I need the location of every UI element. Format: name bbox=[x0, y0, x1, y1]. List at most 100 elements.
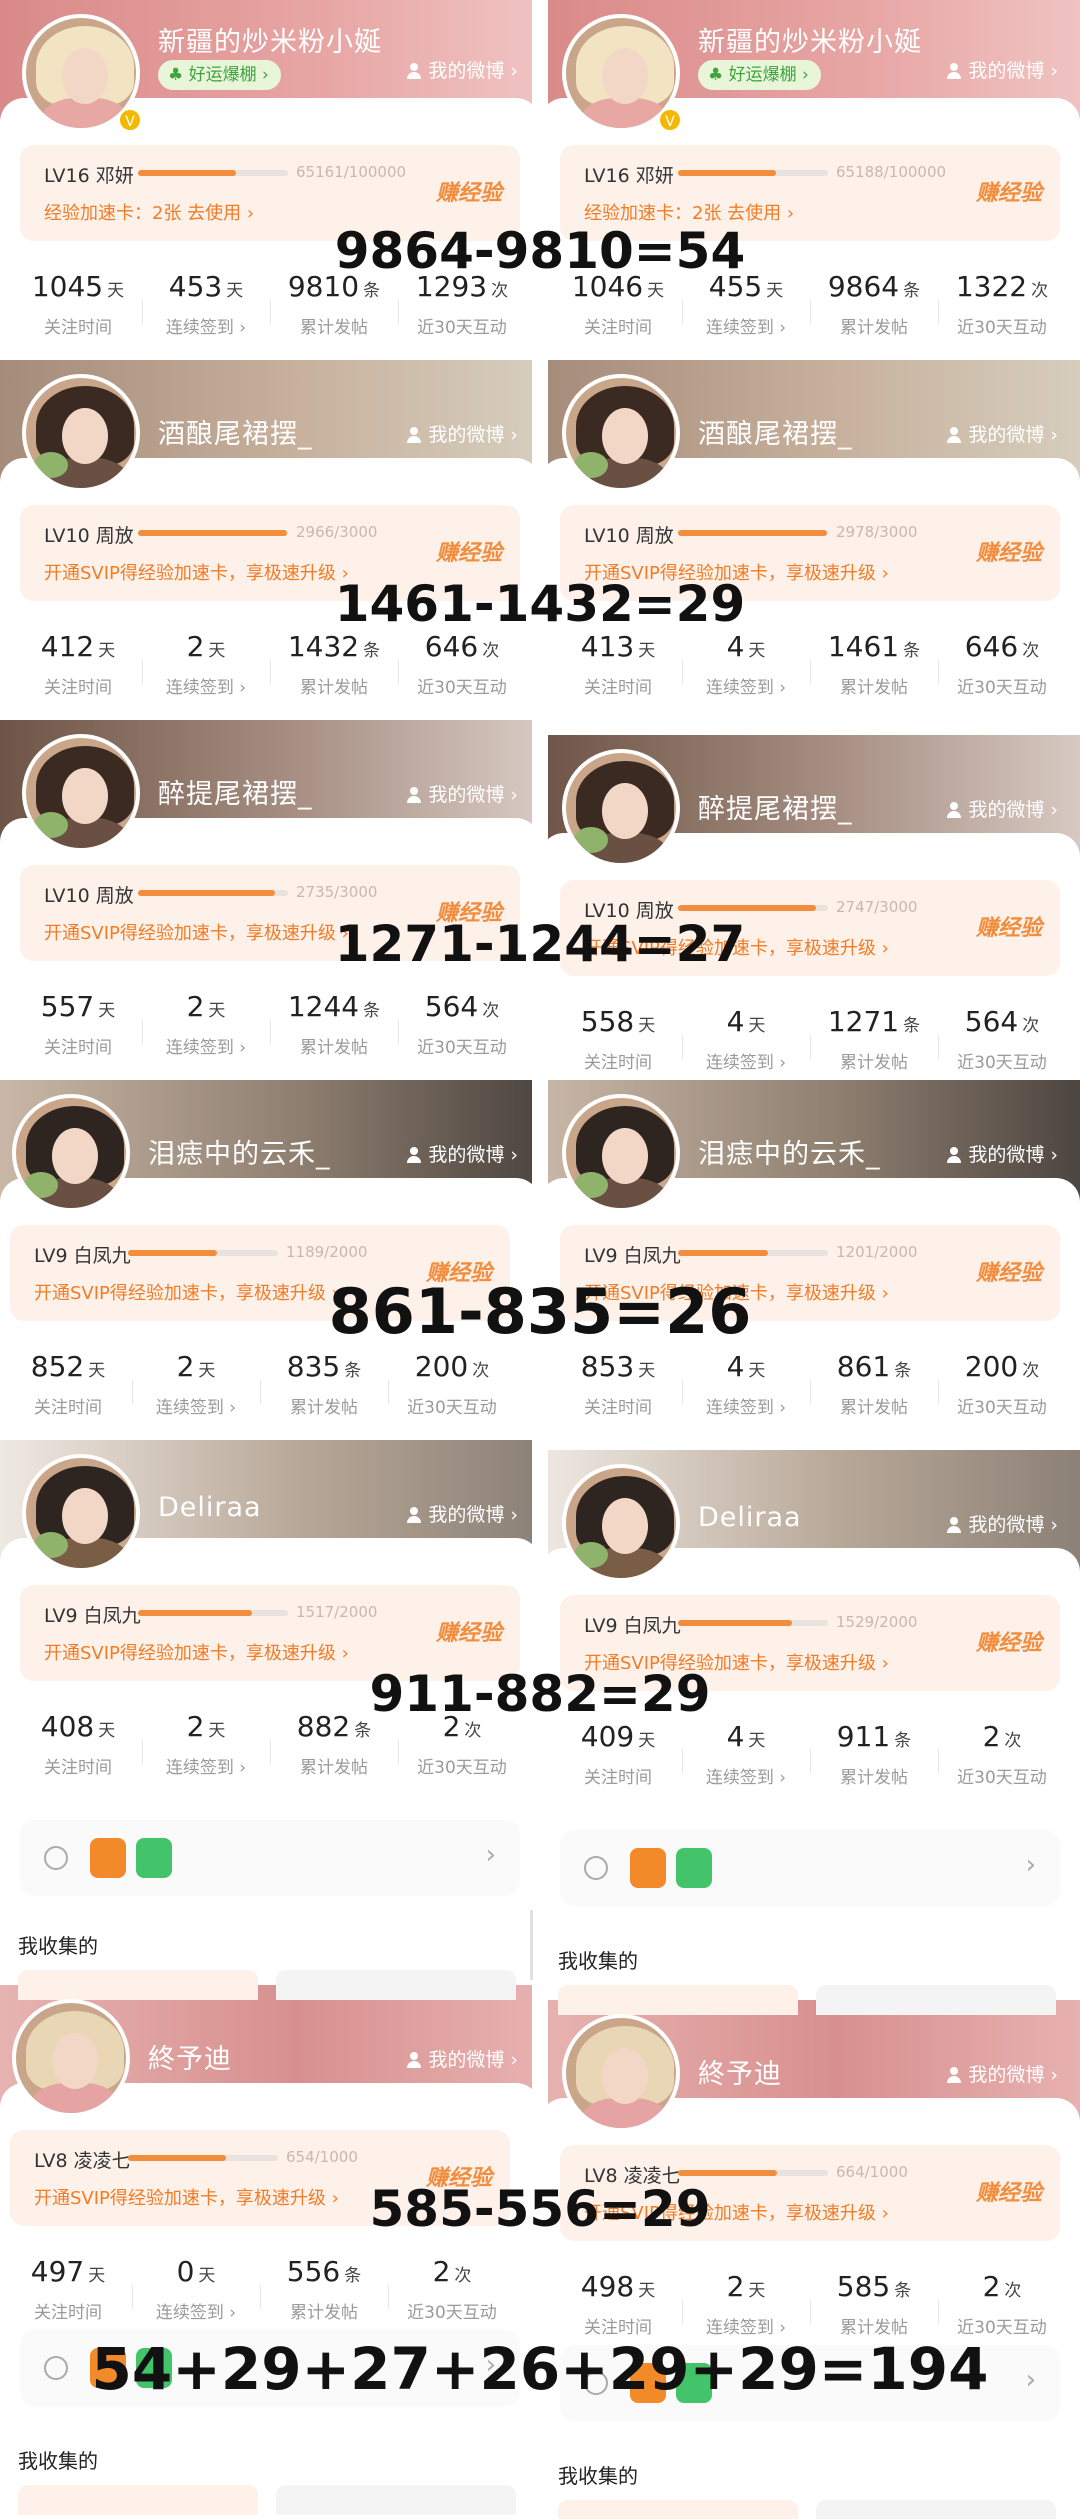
stat-item[interactable]: 2 天连续签到 › bbox=[132, 1350, 260, 1430]
stat-value-line: 1432 条 bbox=[270, 630, 398, 663]
stat-label: 近30天互动 bbox=[957, 318, 1047, 338]
stat-value: 861 bbox=[836, 1350, 891, 1383]
collect-item[interactable] bbox=[558, 2500, 798, 2519]
stat-value: 564 bbox=[424, 990, 479, 1023]
level-progress-text: 65161/100000 bbox=[296, 163, 407, 181]
avatar[interactable] bbox=[562, 2014, 680, 2132]
nickname: 終予迪 bbox=[698, 2059, 782, 2090]
avatar[interactable] bbox=[22, 1454, 140, 1572]
earn-exp-button[interactable]: 赚经验 bbox=[436, 1615, 502, 1647]
chevron-right-icon: › bbox=[1044, 1144, 1058, 1166]
earn-exp-button[interactable]: 赚经验 bbox=[436, 175, 502, 207]
stat-value: 4 bbox=[726, 630, 745, 663]
my-weibo-link[interactable]: 我的微博 › bbox=[406, 1140, 518, 1167]
avatar[interactable] bbox=[22, 374, 140, 492]
avatar[interactable] bbox=[562, 374, 680, 492]
my-weibo-link[interactable]: 我的微博 › bbox=[946, 420, 1058, 447]
earn-exp-button[interactable]: 赚经验 bbox=[976, 175, 1042, 207]
my-weibo-link[interactable]: 我的微博 › bbox=[406, 420, 518, 447]
stat-label-line: 连续签到 › bbox=[682, 1763, 810, 1788]
scrollbar[interactable] bbox=[530, 1910, 533, 1980]
collect-item[interactable] bbox=[276, 2485, 516, 2515]
my-weibo-label: 我的微博 bbox=[428, 424, 505, 446]
my-weibo-link[interactable]: 我的微博 › bbox=[946, 1510, 1058, 1537]
stat-label-line: 近30天互动 bbox=[938, 313, 1066, 338]
avatar[interactable] bbox=[12, 1094, 130, 1212]
collect-item[interactable] bbox=[276, 1970, 516, 2000]
my-weibo-link[interactable]: 我的微博 › bbox=[946, 56, 1058, 83]
stat-label: 关注时间 bbox=[584, 318, 652, 338]
chevron-right-icon: › bbox=[233, 1038, 247, 1058]
chevron-right-icon[interactable]: › bbox=[486, 1840, 496, 1870]
stat-item[interactable]: 4 天连续签到 › bbox=[682, 1005, 810, 1085]
stat-label: 累计发帖 bbox=[840, 1768, 908, 1788]
chevron-right-icon[interactable]: › bbox=[1026, 1850, 1036, 1880]
level-progress-fill bbox=[678, 530, 827, 536]
stat-label-line: 连续签到 › bbox=[142, 1033, 270, 1058]
stat-item: 1461 条累计发帖 bbox=[810, 630, 938, 710]
stat-value-line: 2次 bbox=[388, 2255, 516, 2288]
level-progress-bar bbox=[138, 530, 288, 536]
stats-row: 409 天关注时间 4 天连续签到 › 911 条累计发帖 2 次近30天互动 bbox=[554, 1720, 1066, 1800]
my-weibo-link[interactable]: 我的微博 › bbox=[946, 1140, 1058, 1167]
stat-item[interactable]: 0 天连续签到 › bbox=[132, 2255, 260, 2335]
stat-item[interactable]: 2 天连续签到 › bbox=[142, 990, 270, 1070]
stat-item[interactable]: 4 天连续签到 › bbox=[682, 1350, 810, 1430]
avatar[interactable] bbox=[562, 1094, 680, 1212]
collect-item[interactable] bbox=[18, 1970, 258, 2000]
avatar[interactable] bbox=[562, 749, 680, 867]
medal-row[interactable]: › bbox=[20, 1820, 520, 1896]
earn-exp-button[interactable]: 赚经验 bbox=[976, 1625, 1042, 1657]
stat-item[interactable]: 455 天连续签到 › bbox=[682, 270, 810, 350]
stat-value-line: 853 天 bbox=[554, 1350, 682, 1383]
my-weibo-link[interactable]: 我的微博 › bbox=[406, 56, 518, 83]
my-weibo-link[interactable]: 我的微博 › bbox=[406, 780, 518, 807]
collect-item[interactable] bbox=[816, 2500, 1056, 2519]
my-weibo-label: 我的微博 bbox=[968, 60, 1045, 82]
my-weibo-label: 我的微博 bbox=[968, 424, 1045, 446]
avatar-face bbox=[62, 1488, 108, 1544]
collect-item[interactable] bbox=[816, 1985, 1056, 2015]
my-weibo-link[interactable]: 我的微博 › bbox=[406, 1500, 518, 1527]
level-progress-text: 1201/2000 bbox=[836, 1243, 918, 1261]
settings-icon[interactable] bbox=[584, 1856, 608, 1880]
stat-item[interactable]: 453 天连续签到 › bbox=[142, 270, 270, 350]
avatar-face bbox=[62, 768, 108, 824]
stat-item[interactable]: 4 天连续签到 › bbox=[682, 630, 810, 710]
level-progress-fill bbox=[138, 1610, 252, 1616]
avatar[interactable] bbox=[12, 1999, 130, 2117]
level-name: LV10 周放 bbox=[44, 885, 134, 907]
level-promo[interactable]: 开通SVIP得经验加速卡，享极速升级 › bbox=[44, 1639, 349, 1665]
collect-item[interactable] bbox=[18, 2485, 258, 2515]
lucky-badge[interactable]: ♣ 好运爆棚 › bbox=[698, 60, 821, 90]
stat-item[interactable]: 4 天连续签到 › bbox=[682, 1720, 810, 1800]
earn-exp-button[interactable]: 赚经验 bbox=[976, 535, 1042, 567]
collect-section-title: 我收集的 bbox=[18, 1934, 98, 1958]
collect-item[interactable] bbox=[558, 1985, 798, 2015]
stat-unit: 天 bbox=[208, 641, 226, 661]
stat-value: 564 bbox=[964, 1005, 1019, 1038]
lucky-badge[interactable]: ♣ 好运爆棚 › bbox=[158, 60, 281, 90]
my-weibo-link[interactable]: 我的微博 › bbox=[406, 2045, 518, 2072]
stat-label-line: 关注时间 bbox=[554, 1393, 682, 1418]
stat-item: 2 次近30天互动 bbox=[938, 1720, 1066, 1800]
earn-exp-button[interactable]: 赚经验 bbox=[436, 535, 502, 567]
avatar[interactable] bbox=[22, 734, 140, 852]
profile-card: 終予迪 我的微博 › LV8 凌凌七 654/1000 开通SVIP得经验加速卡，享极速… bbox=[0, 1985, 540, 2345]
settings-icon[interactable] bbox=[44, 1846, 68, 1870]
stat-item: 557 天关注时间 bbox=[14, 990, 142, 1070]
level-progress-text: 65188/100000 bbox=[836, 163, 947, 181]
person-icon bbox=[946, 1517, 962, 1533]
my-weibo-link[interactable]: 我的微博 › bbox=[946, 2060, 1058, 2087]
stat-value: 4 bbox=[726, 1720, 745, 1753]
level-progress-bar bbox=[678, 1620, 828, 1626]
stat-value: 0 bbox=[176, 2255, 195, 2288]
stat-unit: 次 bbox=[491, 281, 509, 301]
avatar[interactable] bbox=[562, 1464, 680, 1582]
nickname: 醉提尾裙摆_ bbox=[698, 794, 853, 825]
stat-label-line: 累计发帖 bbox=[270, 1753, 398, 1778]
medal-row[interactable]: › bbox=[560, 1830, 1060, 1906]
my-weibo-link[interactable]: 我的微博 › bbox=[946, 795, 1058, 822]
stat-value: 556 bbox=[286, 2255, 341, 2288]
stat-item[interactable]: 2 天连续签到 › bbox=[142, 630, 270, 710]
